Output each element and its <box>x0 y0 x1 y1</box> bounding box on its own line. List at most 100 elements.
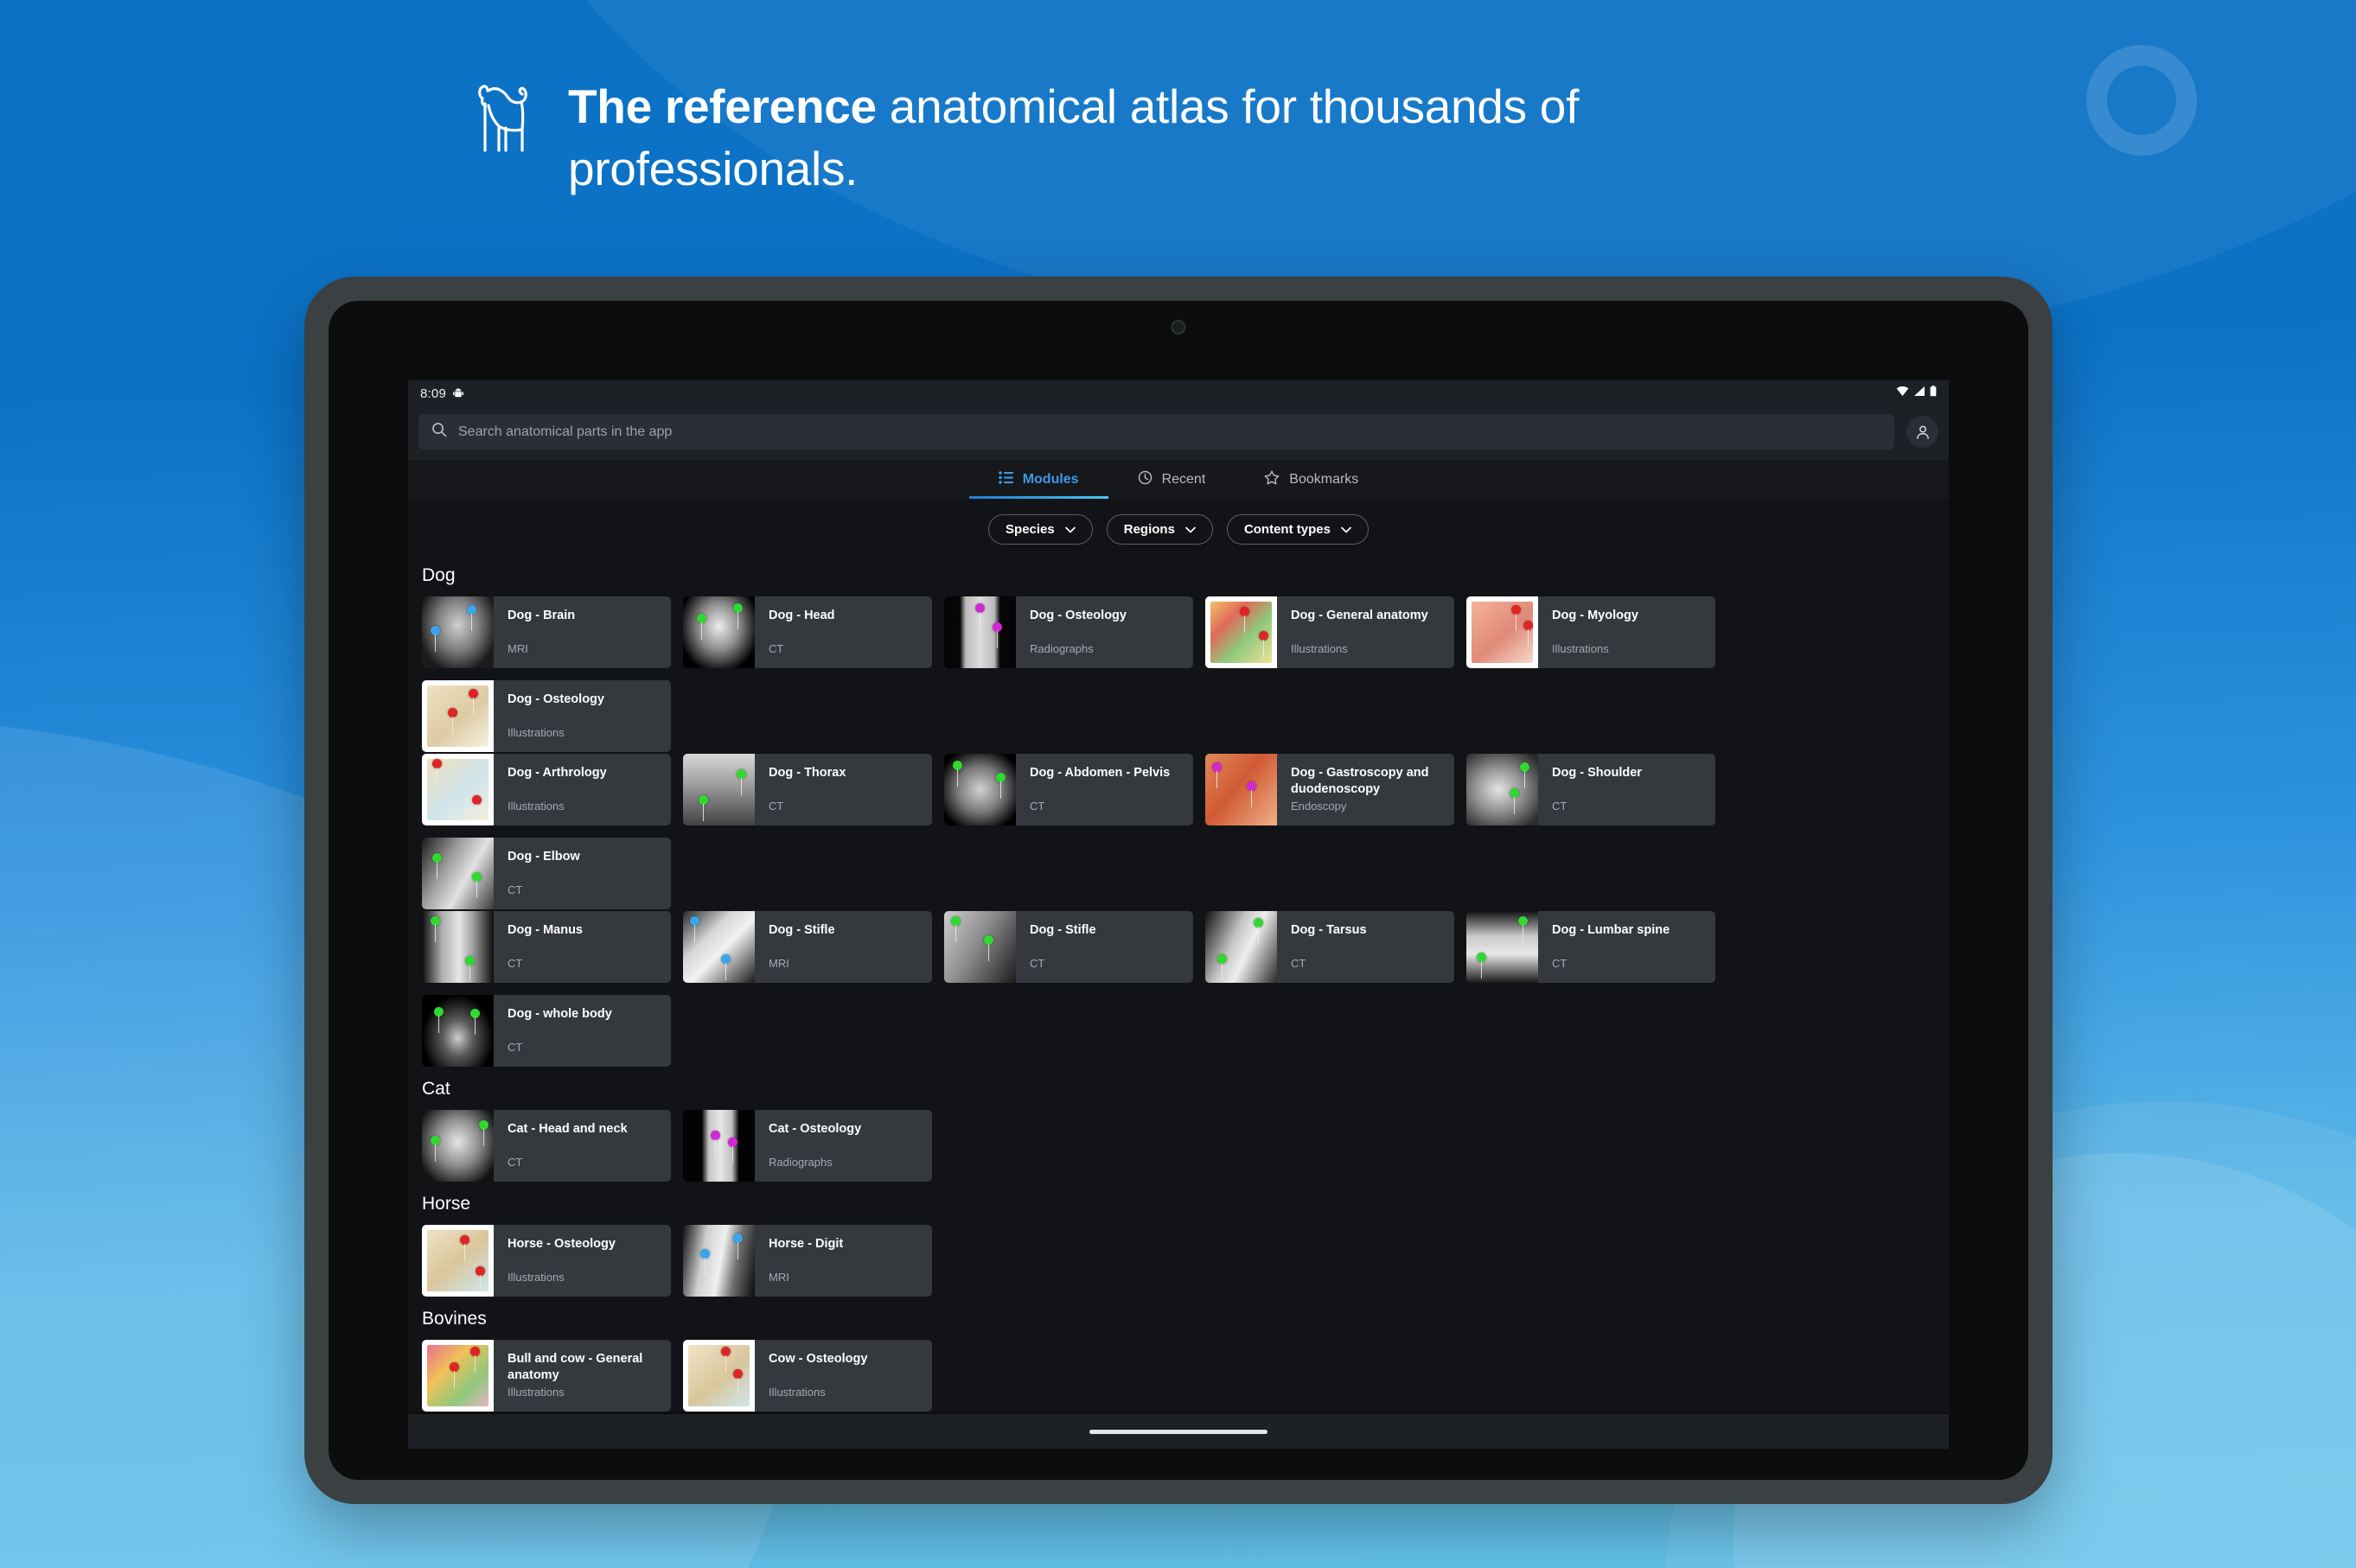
tab-recent-label: Recent <box>1162 472 1206 488</box>
tab-recent[interactable]: Recent <box>1108 460 1235 499</box>
module-card[interactable]: Dog - General anatomyIllustrations <box>1205 596 1454 668</box>
module-card-subtitle: CT <box>1291 957 1446 983</box>
module-card[interactable]: Dog - HeadCT <box>683 596 932 668</box>
anatomy-pin-marker <box>431 626 440 635</box>
module-card[interactable]: Dog - ElbowCT <box>422 838 671 909</box>
module-sections: DogDog - BrainMRIDog - HeadCTDog - Osteo… <box>408 558 1949 1412</box>
module-card-subtitle: CT <box>1552 800 1707 825</box>
module-card[interactable]: Dog - OsteologyRadiographs <box>944 596 1193 668</box>
anatomy-pin-marker <box>1240 607 1249 616</box>
module-card-subtitle: CT <box>508 1041 662 1067</box>
module-thumbnail-mri-horse-digit <box>683 1225 755 1297</box>
module-card-title: Cat - Osteology <box>769 1121 923 1138</box>
anatomy-pin-marker <box>690 916 699 926</box>
anatomy-pin-marker <box>721 1347 731 1356</box>
module-card[interactable]: Dog - ManusCT <box>422 911 671 983</box>
module-thumbnail-ct-tarsus <box>1205 911 1277 983</box>
filter-chip-content-types[interactable]: Content types <box>1227 514 1369 545</box>
anatomy-pin-marker <box>1254 918 1263 927</box>
tab-modules[interactable]: Modules <box>969 460 1108 499</box>
filter-content-types-label: Content types <box>1244 522 1331 537</box>
module-card-title: Dog - Stifle <box>769 922 923 939</box>
module-card[interactable]: Dog - ShoulderCT <box>1466 754 1715 825</box>
anatomy-pin-marker <box>733 1233 743 1243</box>
module-card-subtitle: Illustrations <box>508 1386 662 1412</box>
search-input[interactable]: Search anatomical parts in the app <box>418 414 1894 449</box>
anatomy-pin-marker <box>1511 605 1521 615</box>
module-thumbnail-illustration-dog-muscle <box>1466 596 1538 668</box>
module-card-body: Dog - ManusCT <box>494 911 671 983</box>
module-card[interactable]: Dog - OsteologyIllustrations <box>422 680 671 752</box>
module-card-subtitle: Illustrations <box>1291 642 1446 668</box>
module-card[interactable]: Dog - Gastroscopy and duodenoscopyEndosc… <box>1205 754 1454 825</box>
filter-chip-species[interactable]: Species <box>988 514 1093 545</box>
module-card[interactable]: Dog - BrainMRI <box>422 596 671 668</box>
module-card-title: Dog - Stifle <box>1030 922 1184 939</box>
anatomy-pin-marker <box>711 1131 720 1140</box>
module-thumbnail-radiograph-cat-paw <box>683 1110 755 1182</box>
module-card-subtitle: CT <box>1030 957 1184 983</box>
module-thumbnail-illustration-dog-skeleton <box>422 680 494 752</box>
module-thumbnail-mri-stifle <box>683 911 755 983</box>
anatomy-pin-marker <box>951 916 961 926</box>
module-card-body: Dog - Stifle CT <box>1016 911 1193 983</box>
module-thumbnail-ct-cat-head <box>422 1110 494 1182</box>
module-card[interactable]: Dog - TarsusCT <box>1205 911 1454 983</box>
module-thumbnail-illustration-cow-skeleton <box>683 1340 755 1412</box>
main-tabbar: Modules Recent Boo <box>408 460 1949 499</box>
module-card-row: Dog - BrainMRIDog - HeadCTDog - Osteolog… <box>408 596 1949 752</box>
module-card[interactable]: Dog - MyologyIllustrations <box>1466 596 1715 668</box>
module-card-subtitle: CT <box>508 883 662 909</box>
module-card-title: Dog - Arthrology <box>508 765 662 781</box>
module-card-title: Dog - Brain <box>508 608 662 624</box>
module-card[interactable]: Dog - ThoraxCT <box>683 754 932 825</box>
anatomy-pin-marker <box>737 769 746 779</box>
page-title: The reference anatomical atlas for thous… <box>568 76 1768 200</box>
module-card[interactable]: Dog - Abdomen - PelvisCT <box>944 754 1193 825</box>
account-person-icon[interactable] <box>1906 416 1938 448</box>
module-card-subtitle: CT <box>1030 800 1184 825</box>
tablet-screen: 8:09 <box>329 301 2028 1480</box>
module-card-body: Dog - ThoraxCT <box>755 754 932 825</box>
module-card-body: Dog - Gastroscopy and duodenoscopyEndosc… <box>1277 754 1454 825</box>
module-card-body: Dog - ElbowCT <box>494 838 671 909</box>
module-card[interactable]: Cat - Head and neckCT <box>422 1110 671 1182</box>
module-card[interactable]: Bull and cow - General anatomyIllustrati… <box>422 1340 671 1412</box>
anatomy-pin-marker <box>1259 631 1268 641</box>
module-card[interactable]: Dog - Stifle CT <box>944 911 1193 983</box>
anatomy-pin-marker <box>1247 781 1256 791</box>
module-card[interactable]: Horse - DigitMRI <box>683 1225 932 1297</box>
module-card[interactable]: Dog - whole bodyCT <box>422 995 671 1067</box>
module-thumbnail-illustration-cow-color <box>422 1340 494 1412</box>
tab-bookmarks[interactable]: Bookmarks <box>1235 460 1388 499</box>
module-card[interactable]: Horse - OsteologyIllustrations <box>422 1225 671 1297</box>
module-card-subtitle: Endoscopy <box>1291 800 1446 825</box>
module-thumbnail-illustration-horse-skeleton <box>422 1225 494 1297</box>
module-card-body: Horse - DigitMRI <box>755 1225 932 1297</box>
module-card[interactable]: Cat - OsteologyRadiographs <box>683 1110 932 1182</box>
anatomy-pin-marker <box>469 689 478 698</box>
anatomy-pin-marker <box>1212 762 1222 772</box>
module-card-title: Dog - Thorax <box>769 765 923 781</box>
module-thumbnail-ct-stifle <box>944 911 1016 983</box>
clock-icon <box>1138 470 1152 489</box>
home-gesture-pill[interactable] <box>1089 1430 1267 1434</box>
filter-chip-regions[interactable]: Regions <box>1107 514 1213 545</box>
section-title-dog: Dog <box>408 558 1949 596</box>
module-card-body: Dog - OsteologyRadiographs <box>1016 596 1193 668</box>
module-card-title: Cow - Osteology <box>769 1351 923 1367</box>
module-card-body: Dog - whole bodyCT <box>494 995 671 1067</box>
module-card-subtitle: MRI <box>769 1271 923 1297</box>
module-card-row: Dog - ArthrologyIllustrations Dog - Thora… <box>408 754 1949 909</box>
module-card[interactable]: Dog - StifleMRI <box>683 911 932 983</box>
module-card[interactable]: Dog - Lumbar spineCT <box>1466 911 1715 983</box>
module-card-body: Bull and cow - General anatomyIllustrati… <box>494 1340 671 1412</box>
module-card-title: Dog - Head <box>769 608 923 624</box>
module-card-body: Dog - ShoulderCT <box>1538 754 1715 825</box>
anatomy-pin-marker <box>1518 916 1528 926</box>
anatomy-pin-marker <box>699 795 708 805</box>
module-card[interactable]: Cow - OsteologyIllustrations <box>683 1340 932 1412</box>
background-ring-decoration <box>2086 45 2197 156</box>
module-card[interactable]: Dog - ArthrologyIllustrations <box>422 754 671 825</box>
module-card-title: Dog - Manus <box>508 922 662 939</box>
